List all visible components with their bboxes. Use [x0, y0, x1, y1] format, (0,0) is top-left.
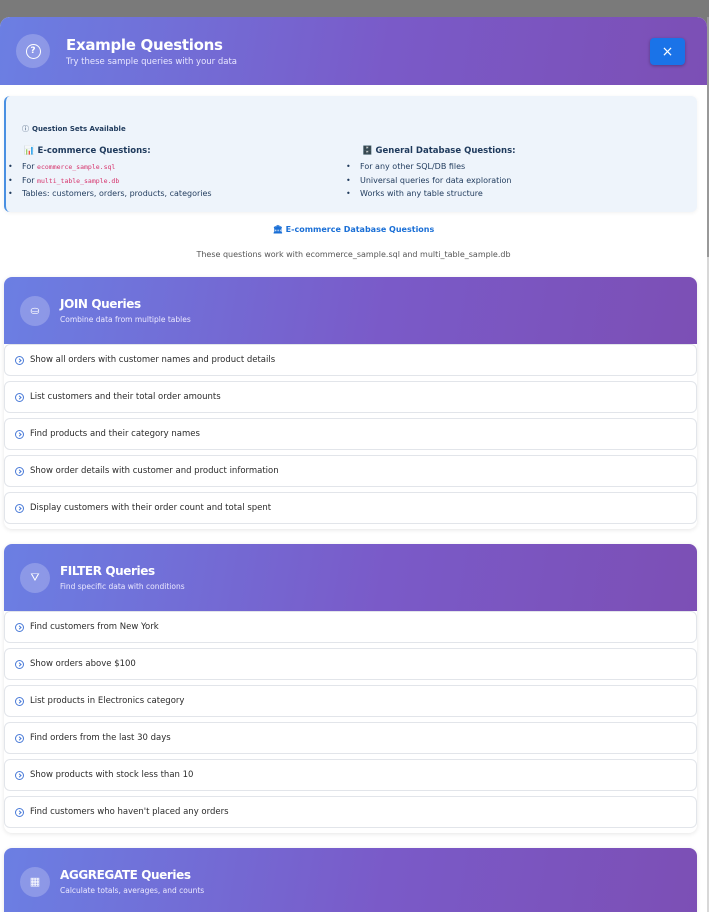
question-item[interactable]: Show products with stock less than 10 — [4, 759, 697, 791]
sitemap-icon: ⛀ — [20, 295, 50, 326]
arrow-circle-icon — [15, 696, 24, 706]
question-item[interactable]: Find products and their category names — [4, 418, 697, 450]
join-queries-card: ⛀ JOIN Queries Combine data from multipl… — [4, 277, 697, 529]
question-item[interactable]: Show orders above $100 — [4, 648, 697, 680]
question-item[interactable]: List customers and their total order amo… — [4, 381, 697, 413]
aggregate-queries-card: ▦ AGGREGATE Queries Calculate totals, av… — [4, 848, 697, 912]
modal-subtitle: Try these sample queries with your data — [66, 56, 238, 67]
question-item[interactable]: Display customers with their order count… — [4, 492, 697, 524]
info-icon: ⓘ — [22, 125, 29, 133]
modal-title: Example Questions — [66, 35, 223, 54]
question-item[interactable]: Show all orders with customer names and … — [4, 344, 697, 376]
ecommerce-section-link[interactable]: 🏛 E-commerce Database Questions — [0, 225, 707, 234]
close-button[interactable]: × — [650, 38, 685, 65]
general-list: For any other SQL/DB files Universal que… — [346, 160, 511, 201]
info-title: ⓘ Question Sets Available — [22, 125, 126, 133]
question-item[interactable]: Find customers who haven't placed any or… — [4, 796, 697, 828]
question-item[interactable]: List products in Electronics category — [4, 685, 697, 717]
question-list: Find customers from New York Show orders… — [4, 611, 697, 828]
list-item: For ecommerce_sample.sql — [8, 160, 212, 174]
arrow-circle-icon — [15, 733, 24, 743]
modal-header: ? Example Questions Try these sample que… — [0, 17, 707, 85]
question-icon: ? — [16, 34, 50, 68]
card-header: ⛛ FILTER Queries Find specific data with… — [4, 544, 697, 611]
ecommerce-list: For ecommerce_sample.sql For multi_table… — [8, 160, 212, 201]
calculator-icon: ▦ — [20, 866, 50, 897]
arrow-circle-icon — [15, 770, 24, 780]
list-item: Works with any table structure — [346, 187, 511, 201]
arrow-circle-icon — [15, 392, 24, 402]
card-subtitle: Find specific data with conditions — [60, 582, 185, 591]
example-questions-modal: ? Example Questions Try these sample que… — [0, 17, 707, 912]
card-title: AGGREGATE Queries — [60, 868, 191, 882]
arrow-circle-icon — [15, 429, 24, 439]
card-title: FILTER Queries — [60, 564, 155, 578]
question-item[interactable]: Show order details with customer and pro… — [4, 455, 697, 487]
card-subtitle: Calculate totals, averages, and counts — [60, 886, 205, 895]
arrow-circle-icon — [15, 622, 24, 632]
arrow-circle-icon — [15, 503, 24, 513]
list-item: Tables: customers, orders, products, cat… — [8, 187, 212, 201]
arrow-circle-icon — [15, 466, 24, 476]
question-item[interactable]: Find customers from New York — [4, 611, 697, 643]
general-heading: 🗄️ General Database Questions: — [362, 146, 516, 156]
filter-queries-card: ⛛ FILTER Queries Find specific data with… — [4, 544, 697, 833]
card-subtitle: Combine data from multiple tables — [60, 315, 191, 324]
list-item: For any other SQL/DB files — [346, 160, 511, 174]
card-header: ⛀ JOIN Queries Combine data from multipl… — [4, 277, 697, 344]
list-item: Universal queries for data exploration — [346, 174, 511, 188]
section-description: These questions work with ecommerce_samp… — [196, 250, 511, 259]
card-header: ▦ AGGREGATE Queries Calculate totals, av… — [4, 848, 697, 912]
question-item[interactable]: Find orders from the last 30 days — [4, 722, 697, 754]
question-sets-info: ⓘ Question Sets Available 📊 E-commerce Qu… — [4, 96, 697, 212]
card-title: JOIN Queries — [60, 297, 141, 311]
question-list: Show all orders with customer names and … — [4, 344, 697, 524]
filter-icon: ⛛ — [20, 562, 50, 593]
arrow-circle-icon — [15, 355, 24, 365]
arrow-circle-icon — [15, 659, 24, 669]
ecommerce-heading: 📊 E-commerce Questions: — [24, 146, 151, 156]
arrow-circle-icon — [15, 807, 24, 817]
list-item: For multi_table_sample.db — [8, 174, 212, 188]
